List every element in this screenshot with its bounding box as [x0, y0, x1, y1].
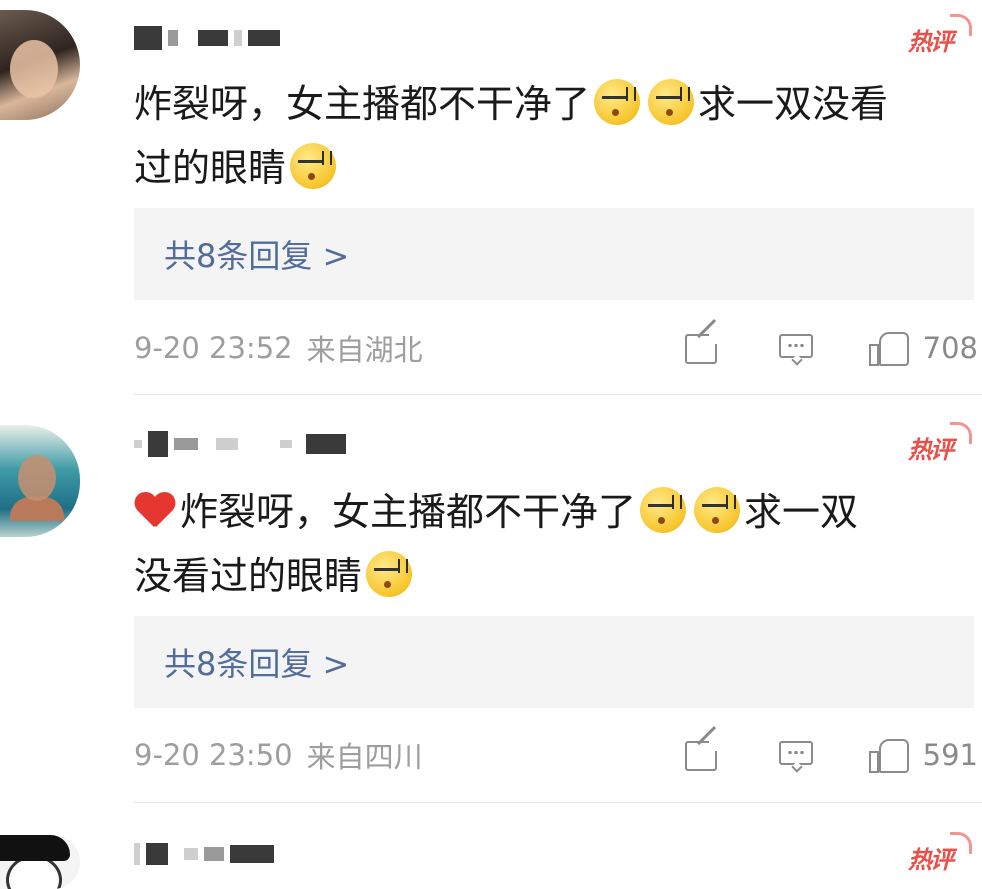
- thumbs-up-icon[interactable]: [867, 330, 911, 366]
- divider: [134, 394, 982, 395]
- view-replies-button[interactable]: 共8条回复 >: [134, 616, 974, 708]
- action-bar: 708: [683, 319, 978, 366]
- squint-sweat-emoji-icon: [290, 143, 337, 189]
- location: 来自四川: [306, 740, 423, 774]
- thumbs-up-icon[interactable]: [867, 737, 911, 773]
- squint-sweat-emoji-icon: [694, 487, 741, 533]
- replies-label: 共8条回复 >: [164, 237, 350, 275]
- squint-sweat-emoji-icon: [640, 487, 687, 533]
- squint-sweat-emoji-icon: [366, 551, 413, 597]
- avatar[interactable]: [0, 425, 80, 537]
- red-heart-icon: [134, 493, 174, 529]
- share-icon[interactable]: [683, 319, 723, 366]
- squint-sweat-emoji-icon: [594, 79, 641, 125]
- comment-meta: 9-20 23:50 来自四川 591: [134, 726, 982, 775]
- comment-text: 炸裂呀，女主播都不干净了 求一双没看 过的眼睛: [134, 72, 974, 200]
- hot-comment-badge: 热评: [908, 422, 972, 464]
- view-replies-button[interactable]: 共8条回复 >: [134, 208, 974, 300]
- comment-icon[interactable]: [777, 330, 817, 366]
- avatar[interactable]: [0, 10, 80, 120]
- divider: [134, 802, 982, 803]
- hot-comment-badge: 热评: [908, 832, 972, 874]
- comment-text: 炸裂呀，女主播都不干净了 求一双 没看过的眼睛: [134, 480, 974, 608]
- timestamp: 9-20 23:52: [134, 331, 293, 365]
- action-bar: 591: [683, 726, 978, 773]
- username-blurred[interactable]: [134, 431, 346, 457]
- comment-meta: 9-20 23:52 来自湖北 708: [134, 319, 982, 368]
- like-count: 708: [922, 331, 978, 365]
- location: 来自湖北: [306, 333, 423, 367]
- replies-label: 共8条回复 >: [164, 645, 350, 683]
- share-icon[interactable]: [683, 726, 723, 773]
- avatar[interactable]: [0, 835, 80, 889]
- hot-comment-badge: 热评: [908, 14, 972, 56]
- squint-sweat-emoji-icon: [648, 79, 695, 125]
- like-count: 591: [922, 738, 978, 772]
- timestamp: 9-20 23:50: [134, 738, 293, 772]
- username-blurred[interactable]: [134, 26, 280, 50]
- username-blurred[interactable]: [134, 842, 274, 866]
- comment-icon[interactable]: [777, 737, 817, 773]
